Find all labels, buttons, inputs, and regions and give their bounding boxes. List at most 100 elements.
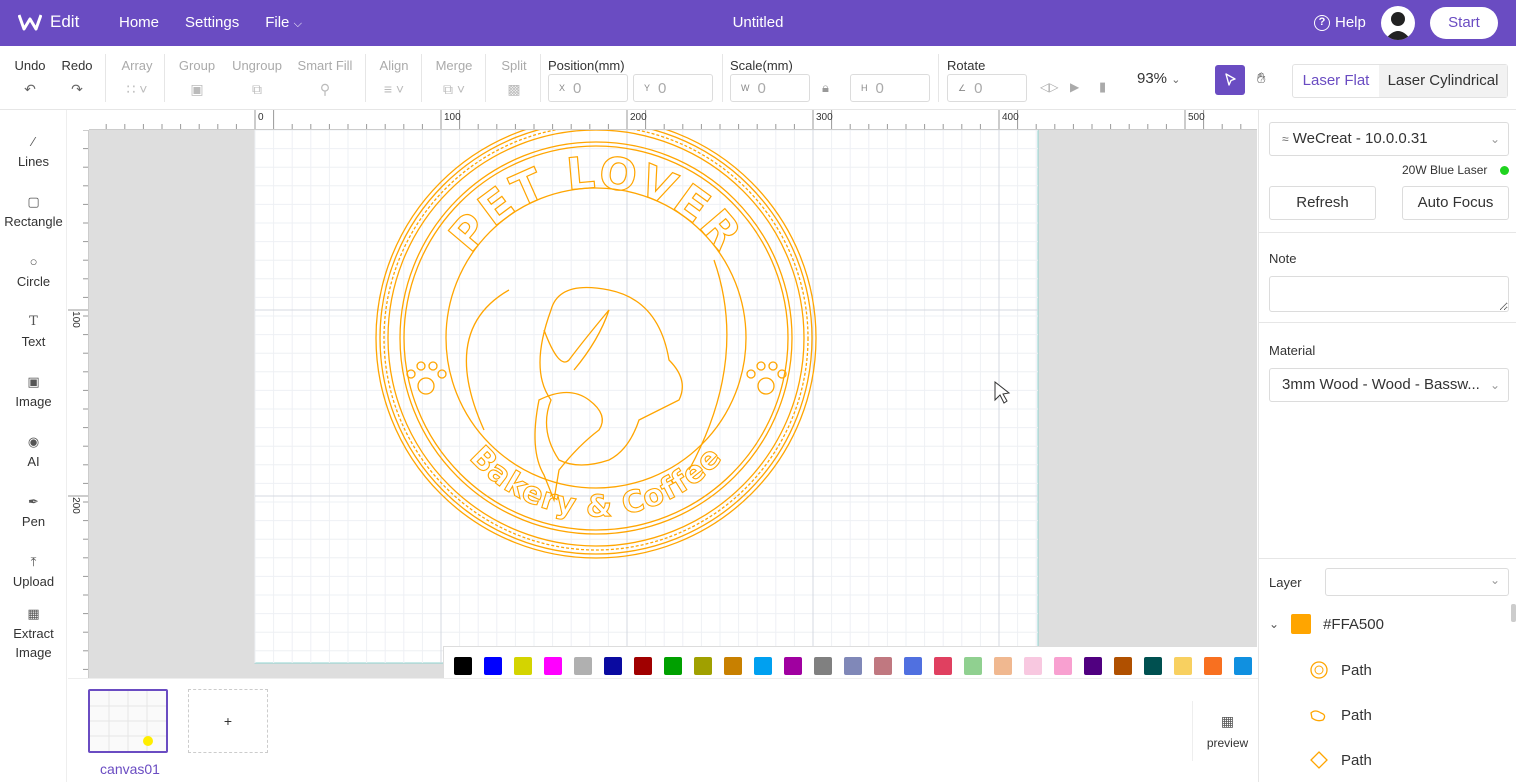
layer-row[interactable]: ⌄ #FFA500 [1269,614,1384,634]
app-logo[interactable]: Edit [18,12,79,32]
help-label: Help [1335,14,1366,31]
array-button[interactable]: Array ∷ ˅ [119,58,155,98]
tool-ai[interactable]: ◉ AI [0,434,67,469]
group-icon: ▣ [190,81,204,97]
hand-tool-icon[interactable]: ✋︎ [1257,70,1266,87]
layer-select[interactable]: ⌄ [1325,568,1509,596]
color-swatch[interactable] [1024,657,1042,675]
color-swatch[interactable] [1174,657,1192,675]
align-button[interactable]: Align ≡ ˅ [377,58,411,97]
smart-fill-button[interactable]: Smart Fill ⚲ [296,58,354,98]
color-swatch[interactable] [514,657,532,675]
color-swatch[interactable] [724,657,742,675]
ruler-tick-label: 400 [1002,112,1019,123]
color-swatch[interactable] [664,657,682,675]
add-canvas-button[interactable]: + [188,689,268,753]
help-button[interactable]: ? Help [1314,14,1366,31]
layer-color-swatch[interactable] [1291,614,1312,634]
color-swatch[interactable] [544,657,562,675]
shape-path-icon [1310,710,1326,722]
rotate-input[interactable]: ∠ 0 [947,74,1027,102]
color-swatch[interactable] [484,657,502,675]
path-row[interactable]: Path [1309,750,1372,770]
color-swatch[interactable] [694,657,712,675]
undo-icon: ↶ [24,81,36,97]
mode-laser-flat[interactable]: Laser Flat [1293,65,1379,97]
chevron-down-icon[interactable]: ⌄ [1269,617,1279,631]
divider [365,54,366,102]
canvas-thumbnail[interactable] [88,689,168,753]
nav-home[interactable]: Home [119,14,159,31]
design-canvas[interactable]: PET LOVER Bakery & Coffee [89,130,1257,678]
start-button[interactable]: Start [1430,7,1498,39]
position-x-input[interactable]: X 0 [548,74,628,102]
extract-image-icon: ▦ [27,606,40,621]
tool-lines[interactable]: ∕ Lines [0,134,67,169]
ungroup-icon: ⧉ [252,81,262,97]
refresh-button[interactable]: Refresh [1269,186,1376,220]
device-select[interactable]: ≈ WeCreat - 10.0.0.31 ⌄ [1269,122,1509,156]
flip-horizontal-icon[interactable]: ◁▷ [1040,80,1058,94]
color-swatch[interactable] [784,657,802,675]
color-swatch[interactable] [1114,657,1132,675]
canvas-name[interactable]: canvas01 [88,761,172,777]
split-button[interactable]: Split ▩ [498,58,530,98]
preview-button[interactable]: ▦ preview [1192,701,1262,761]
scale-h-input[interactable]: H 0 [850,74,930,102]
flip-vertical-icon[interactable]: ▶ [1070,80,1079,94]
scrollbar-thumb[interactable] [1511,604,1516,622]
color-swatch[interactable] [754,657,772,675]
nav-file[interactable]: File ⌵ [265,14,302,31]
color-swatch[interactable] [1054,657,1072,675]
color-swatch[interactable] [1204,657,1222,675]
group-button[interactable]: Group ▣ [177,58,217,98]
color-swatch[interactable] [904,657,922,675]
color-swatch[interactable] [844,657,862,675]
redo-button[interactable]: Redo ↷ [61,58,93,98]
color-swatch[interactable] [814,657,832,675]
tool-circle[interactable]: ○ Circle [0,254,67,289]
lock-icon[interactable]: 🔒︎ [822,80,829,96]
color-swatch[interactable] [574,657,592,675]
color-swatch[interactable] [1144,657,1162,675]
smart-fill-label: Smart Fill [297,58,353,73]
avatar[interactable] [1381,6,1415,40]
path-row[interactable]: Path [1309,705,1372,725]
tool-pen[interactable]: ✒ Pen [0,494,67,529]
color-swatch[interactable] [1084,657,1102,675]
tool-lines-label: Lines [17,154,50,169]
merge-button[interactable]: Merge ⧉ ˅ [434,58,474,98]
color-swatch[interactable] [634,657,652,675]
tool-upload[interactable]: ⤒ Upload [0,554,67,589]
color-swatch[interactable] [874,657,892,675]
distribute-icon[interactable]: ▮ [1099,79,1106,95]
tool-extract-image[interactable]: ▦ Extract Image [0,604,67,662]
scale-w-input[interactable]: W 0 [730,74,810,102]
logo-path-icon [1310,661,1328,679]
auto-focus-button[interactable]: Auto Focus [1402,186,1509,220]
note-textarea[interactable] [1269,276,1509,312]
position-y-input[interactable]: Y 0 [633,74,713,102]
canvas-thumbnail-preview [90,691,166,751]
tool-text[interactable]: T Text [0,314,67,349]
color-swatch[interactable] [934,657,952,675]
material-select[interactable]: 3mm Wood - Wood - Bassw... ⌄ [1269,368,1509,402]
tool-rectangle[interactable]: ▢ Rectangle [0,194,67,229]
zoom-select[interactable]: 93% ⌄ [1137,70,1180,87]
mode-laser-cylindrical[interactable]: Laser Cylindrical [1379,65,1507,97]
color-swatch[interactable] [454,657,472,675]
path-row[interactable]: Path [1309,660,1372,680]
chevron-down-icon: ⌄ [1489,132,1500,146]
color-swatch[interactable] [994,657,1012,675]
ruler-tick-label: 200 [69,497,81,514]
cursor-icon [1225,73,1236,86]
color-swatch[interactable] [604,657,622,675]
tool-image[interactable]: ▣ Image [0,374,67,409]
note-label: Note [1269,251,1297,266]
undo-button[interactable]: Undo ↶ [14,58,46,98]
color-swatch[interactable] [964,657,982,675]
color-swatch[interactable] [1234,657,1252,675]
nav-settings[interactable]: Settings [185,14,239,31]
select-tool-button[interactable] [1215,65,1245,95]
ungroup-button[interactable]: Ungroup ⧉ [230,58,284,98]
